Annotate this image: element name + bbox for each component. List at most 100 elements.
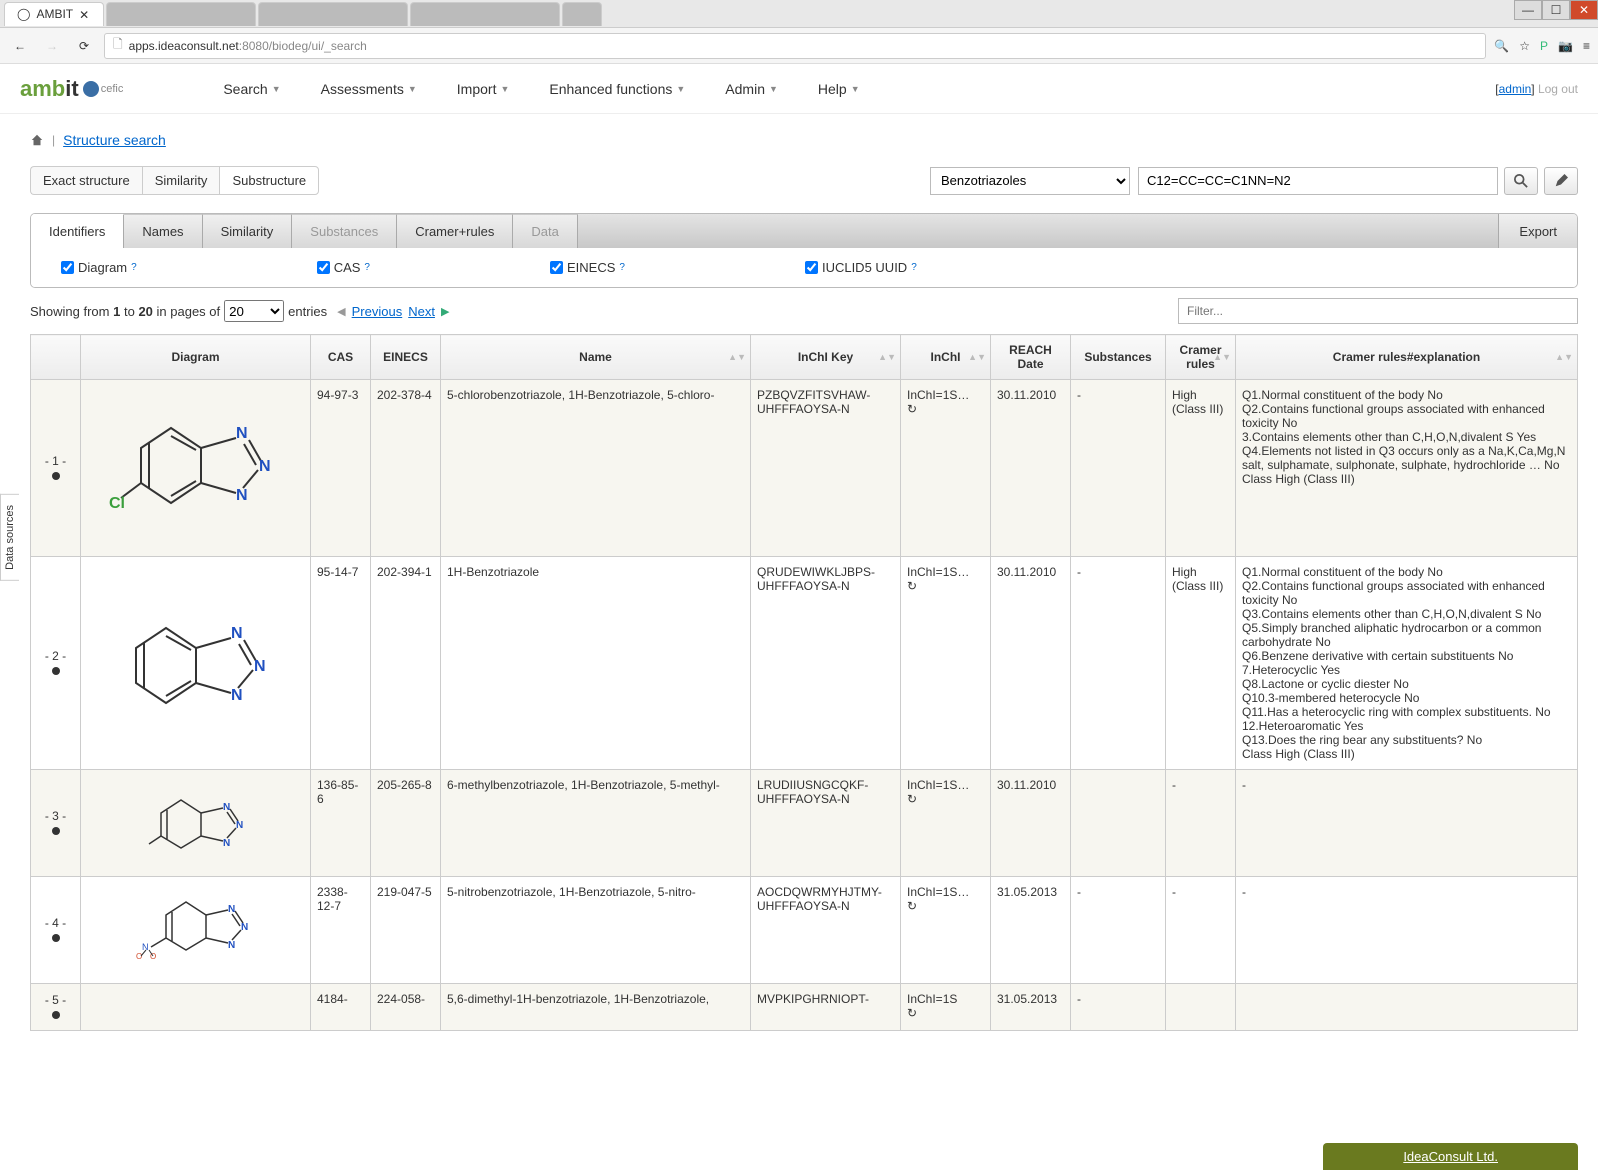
cell-diagram[interactable] <box>81 557 311 770</box>
cell-diagram[interactable] <box>81 380 311 557</box>
help-icon[interactable]: ? <box>911 262 917 273</box>
col-header-cramer[interactable]: Cramer rules▲▼ <box>1166 335 1236 380</box>
col-header-reach[interactable]: REACH Date <box>991 335 1071 380</box>
smiles-input[interactable] <box>1138 167 1498 195</box>
breadcrumb-link[interactable]: Structure search <box>63 132 166 148</box>
address-bar[interactable]: 🗋 apps.ideaconsult.net:8080/biodeg/ui/_s… <box>104 33 1486 59</box>
chevron-down-icon: ▼ <box>272 84 281 94</box>
tab-data[interactable]: Data <box>513 214 577 248</box>
window-close-button[interactable]: ✕ <box>1570 0 1598 20</box>
copy-icon[interactable]: ↻ <box>907 1006 917 1020</box>
tab-substructure[interactable]: Substructure <box>219 166 319 195</box>
search-icon[interactable]: 🔍 <box>1494 39 1509 53</box>
expand-icon[interactable] <box>52 667 60 675</box>
col-header-substances[interactable]: Substances <box>1071 335 1166 380</box>
checkbox-einecs[interactable] <box>550 261 563 274</box>
nav-admin[interactable]: Admin▼ <box>725 81 778 97</box>
reload-button[interactable]: ⟳ <box>72 34 96 58</box>
copy-icon[interactable]: ↻ <box>907 792 917 806</box>
star-icon[interactable]: ☆ <box>1519 39 1530 53</box>
sort-icon[interactable]: ▲▼ <box>1213 352 1231 362</box>
copy-icon[interactable]: ↻ <box>907 899 917 913</box>
cell-diagram[interactable] <box>81 877 311 984</box>
nav-import[interactable]: Import▼ <box>457 81 510 97</box>
cell-diagram[interactable] <box>81 770 311 877</box>
help-icon[interactable]: ? <box>364 262 370 273</box>
checkbox-cas[interactable] <box>317 261 330 274</box>
toggle-iuclid[interactable]: IUCLID5 UUID? <box>805 260 917 275</box>
forward-button[interactable]: → <box>40 34 64 58</box>
cell-index: - 3 - <box>31 770 81 877</box>
cell-diagram[interactable] <box>81 984 311 1031</box>
toggle-cas[interactable]: CAS? <box>317 260 370 275</box>
col-header-cas[interactable]: CAS <box>311 335 371 380</box>
toggle-diagram[interactable]: Diagram? <box>61 260 137 275</box>
expand-icon[interactable] <box>52 827 60 835</box>
nav-help[interactable]: Help▼ <box>818 81 860 97</box>
browser-tab-active[interactable]: ◯ AMBIT ✕ <box>4 2 104 26</box>
extension-p-icon[interactable]: P <box>1540 39 1548 53</box>
chevron-down-icon: ▼ <box>408 84 417 94</box>
previous-link[interactable]: Previous <box>352 304 403 319</box>
sort-icon[interactable]: ▲▼ <box>1555 352 1573 362</box>
help-icon[interactable]: ? <box>131 262 137 273</box>
maximize-button[interactable]: ☐ <box>1542 0 1570 20</box>
browser-tab-inactive[interactable] <box>258 2 408 26</box>
cell-inchi: InChI=1S…↻ <box>901 380 991 557</box>
browser-toolbar: ← → ⟳ 🗋 apps.ideaconsult.net:8080/biodeg… <box>0 28 1598 64</box>
expand-icon[interactable] <box>52 1011 60 1019</box>
tab-identifiers[interactable]: Identifiers <box>31 214 124 248</box>
back-button[interactable]: ← <box>8 34 32 58</box>
tab-exact-structure[interactable]: Exact structure <box>30 166 142 195</box>
ideaconsult-badge[interactable]: IdeaConsult Ltd. <box>1323 1143 1578 1170</box>
copy-icon[interactable]: ↻ <box>907 579 917 593</box>
nav-search[interactable]: Search▼ <box>223 81 280 97</box>
expand-icon[interactable] <box>52 934 60 942</box>
help-icon[interactable]: ? <box>619 262 625 273</box>
next-link[interactable]: Next <box>408 304 435 319</box>
col-header-inchikey[interactable]: InChI Key▲▼ <box>751 335 901 380</box>
expand-icon[interactable] <box>52 472 60 480</box>
nav-enhanced[interactable]: Enhanced functions▼ <box>549 81 685 97</box>
category-select[interactable]: Benzotriazoles <box>930 167 1130 195</box>
logout-link[interactable]: Log out <box>1538 82 1578 96</box>
minimize-button[interactable]: — <box>1514 0 1542 20</box>
checkbox-diagram[interactable] <box>61 261 74 274</box>
extension-icon[interactable]: 📷 <box>1558 39 1573 53</box>
col-header-explanation[interactable]: Cramer rules#explanation▲▼ <box>1236 335 1578 380</box>
sort-icon[interactable]: ▲▼ <box>728 352 746 362</box>
nav-assessments[interactable]: Assessments▼ <box>321 81 417 97</box>
menu-icon[interactable]: ≡ <box>1583 39 1590 53</box>
tab-substances[interactable]: Substances <box>292 214 397 248</box>
checkbox-iuclid[interactable] <box>805 261 818 274</box>
prev-arrow-icon[interactable]: ◀ <box>337 305 345 318</box>
browser-tab-inactive[interactable] <box>562 2 602 26</box>
table-header-row: Diagram CAS EINECS Name▲▼ InChI Key▲▼ In… <box>31 335 1578 380</box>
toggle-einecs[interactable]: EINECS? <box>550 260 625 275</box>
col-header-inchi[interactable]: InChI▲▼ <box>901 335 991 380</box>
home-icon[interactable] <box>30 133 44 147</box>
data-sources-side-tab[interactable]: Data sources <box>0 494 19 581</box>
sort-icon[interactable]: ▲▼ <box>878 352 896 362</box>
ambit-logo[interactable]: ambit cefic <box>20 76 123 102</box>
tab-names[interactable]: Names <box>124 214 202 248</box>
copy-icon[interactable]: ↻ <box>907 402 917 416</box>
close-icon[interactable]: ✕ <box>79 8 91 20</box>
sort-icon[interactable]: ▲▼ <box>968 352 986 362</box>
col-header-name[interactable]: Name▲▼ <box>441 335 751 380</box>
tab-similarity-results[interactable]: Similarity <box>203 214 293 248</box>
export-button[interactable]: Export <box>1498 214 1577 248</box>
admin-link[interactable]: admin <box>1499 82 1532 96</box>
entries-per-page-select[interactable]: 20 <box>224 300 284 322</box>
col-header-index[interactable] <box>31 335 81 380</box>
edit-button[interactable] <box>1544 167 1578 195</box>
col-header-einecs[interactable]: EINECS <box>371 335 441 380</box>
search-button[interactable] <box>1504 167 1538 195</box>
next-arrow-icon[interactable]: ▶ <box>441 305 449 318</box>
browser-tab-inactive[interactable] <box>410 2 560 26</box>
browser-tab-inactive[interactable] <box>106 2 256 26</box>
col-header-diagram[interactable]: Diagram <box>81 335 311 380</box>
filter-input[interactable] <box>1178 298 1578 324</box>
tab-cramer-rules[interactable]: Cramer+rules <box>397 214 513 248</box>
tab-similarity[interactable]: Similarity <box>142 166 220 195</box>
